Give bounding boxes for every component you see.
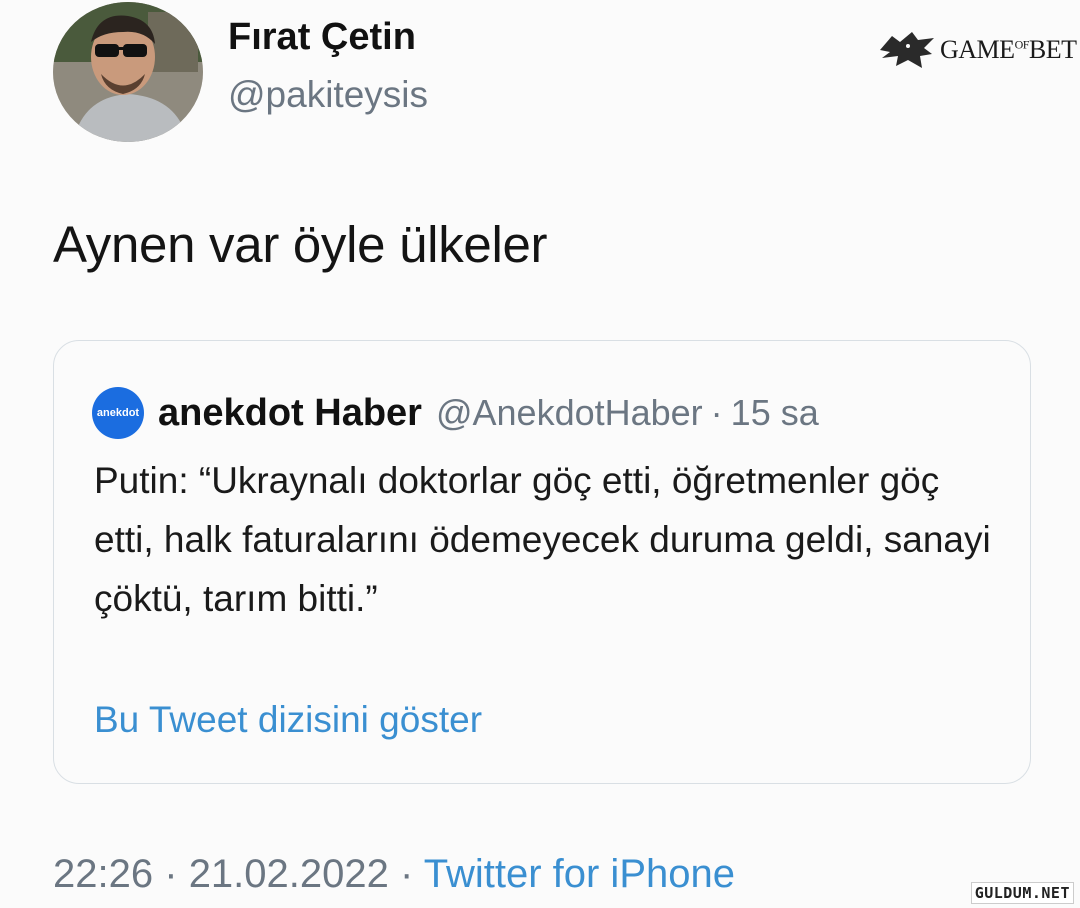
separator-dot: · <box>400 852 414 896</box>
tweet-meta: 22:26 · 21.02.2022 · Twitter for iPhone <box>53 852 735 897</box>
tweet-date[interactable]: 21.02.2022 <box>189 852 389 896</box>
tweet-source-link[interactable]: Twitter for iPhone <box>424 852 735 896</box>
quoted-author-name[interactable]: anekdot Haber <box>158 392 422 435</box>
quoted-author-handle[interactable]: @AnekdotHaber <box>436 392 703 434</box>
quoted-tweet-text: Putin: “Ukraynalı doktorlar göç etti, öğ… <box>94 460 991 619</box>
site-watermark: GULDUM.NET <box>970 882 1074 904</box>
wolf-head-icon <box>880 32 934 68</box>
brand-logo-text: GAMEOFBET <box>940 35 1077 64</box>
author-handle[interactable]: @pakiteysis <box>228 74 428 116</box>
quoted-tweet-card[interactable]: anekdot anekdot Haber @AnekdotHaber · 15… <box>53 340 1031 784</box>
separator-dot: · <box>710 392 723 433</box>
quoted-avatar-text: anekdot <box>96 407 140 419</box>
quoted-tweet-header: anekdot anekdot Haber @AnekdotHaber · 15… <box>92 387 819 439</box>
quoted-tweet-time[interactable]: 15 sa <box>731 392 819 434</box>
tweet-text: Aynen var öyle ülkeler <box>53 216 548 273</box>
avatar-photo <box>53 2 203 142</box>
author-display-name[interactable]: Fırat Çetin <box>228 16 416 59</box>
author-avatar[interactable] <box>53 2 203 142</box>
separator-dot: · <box>164 852 178 896</box>
quoted-author-avatar[interactable]: anekdot <box>92 387 144 439</box>
brand-logo: GAMEOFBET <box>878 28 1077 72</box>
tweet-time[interactable]: 22:26 <box>53 852 153 896</box>
show-thread-link[interactable]: Bu Tweet dizisini göster <box>94 699 482 741</box>
